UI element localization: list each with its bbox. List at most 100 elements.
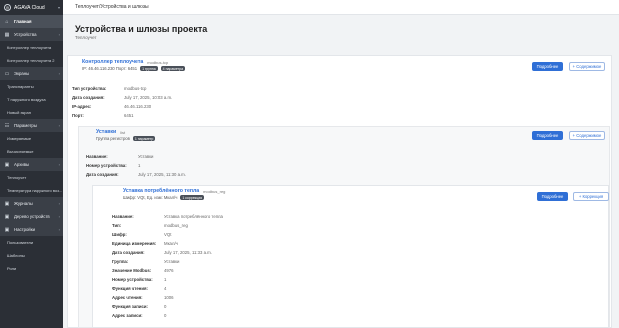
sidebar-item[interactable]: ▣ Журналы › (0, 197, 63, 210)
top-bar: Теплоучет/Устройства и шлюзы (63, 0, 619, 15)
sidebar-item-label: Дерево устройств (14, 214, 50, 219)
prop-value: VQt (164, 232, 172, 237)
prop-value: July 17, 2025, 10:03 a.m. (124, 95, 173, 100)
sidebar-subitem-label: Контроллер теплоучета (7, 45, 52, 50)
prop-row: Тип устройства: modbus-tcp (72, 84, 172, 93)
prop-row: Номер устройства: 1 (112, 275, 223, 284)
group-type-tag: list (120, 129, 126, 135)
prop-key: Дата создания: (112, 250, 145, 255)
prop-value: modbus_reg (164, 223, 188, 228)
sidebar-subitem[interactable]: Новый экран (0, 106, 63, 119)
sidebar-subitem[interactable]: Транспаранты (0, 80, 63, 93)
sidebar-item-label: Архивы (14, 162, 30, 167)
prop-value: 1 (164, 277, 167, 282)
group-props: Название: Уставки Номер устройства: 1 Дата с… (86, 152, 186, 179)
param-subtitle: Шифр: VQt, Ед. изм: Мкал/ч (123, 195, 178, 200)
brand-name: AGAVA Cloud (14, 4, 45, 11)
page-subtitle: Теплоучет (75, 35, 97, 40)
sidebar-subitem-label: Вычисляемые (7, 149, 34, 154)
prop-value: Уставка потреблённого тепла (164, 214, 223, 219)
param-props: Название: Уставка потреблённого тепла Тип:… (112, 212, 223, 320)
device-add-content-button[interactable]: + Содержимое (569, 62, 605, 71)
param-title[interactable]: Уставка потреблённого тепла (123, 188, 199, 194)
group-title[interactable]: Уставки (96, 129, 116, 135)
devices-icon: ▦ (4, 31, 10, 38)
device-ip-port: IP: 46.46.116.230 Порт: 6451 (82, 66, 138, 71)
prop-key: Тип устройства: (72, 86, 107, 91)
sidebar-subitem-label: Пользователи (7, 240, 34, 245)
group-add-content-button[interactable]: + Содержимое (569, 131, 605, 140)
prop-key: Шифр: (112, 232, 127, 237)
param-details-button[interactable]: Подробнее (537, 192, 568, 201)
group-param-badge: 1 параметр (132, 136, 156, 141)
screens-icon: ▭ (4, 70, 10, 77)
page-title: Устройства и шлюзы проекта (75, 24, 208, 34)
prop-row: Функция записи: 0 (112, 302, 223, 311)
prop-row: Дата создания: July 17, 2025, 11:30 a.m. (86, 170, 186, 179)
sidebar-item-label: Экраны (14, 71, 30, 76)
prop-key: Дата создания: (72, 95, 105, 100)
prop-value: modbus-tcp (124, 86, 147, 91)
sidebar-item[interactable]: ▣ Дерево устройств › (0, 210, 63, 223)
chevron-right-icon: › (58, 71, 60, 76)
sidebar-subitem-label: Контроллер теплоучета 2 (7, 58, 55, 63)
sidebar-subitem[interactable]: Т наружного воздуха (0, 93, 63, 106)
prop-value: 1006 (164, 295, 174, 300)
sidebar-item[interactable]: ▦ Устройства › (0, 28, 63, 41)
sidebar-subitem-label: Т наружного воздуха (7, 97, 46, 102)
sidebar-item[interactable]: ⌂ Главная (0, 15, 63, 28)
group-header: Уставки list Группа регистров 1 параметр (96, 129, 156, 141)
prop-row: Значение Modbus: 4976 (112, 266, 223, 275)
prop-row: Тип: modbus_reg (112, 221, 223, 230)
prop-key: Адрес чтения: (112, 295, 143, 300)
chevron-right-icon: › (58, 123, 60, 128)
prop-value: 4976 (164, 268, 174, 273)
sidebar-subitem[interactable]: Измеряемые (0, 132, 63, 145)
chevron-right-icon: › (58, 32, 60, 37)
sidebar-item[interactable]: ▭ Экраны › (0, 67, 63, 80)
sidebar-item-label: Главная (14, 19, 32, 24)
prop-row: Дата создания: July 17, 2025, 10:03 a.m. (72, 93, 172, 102)
prop-key: Функция записи: (112, 304, 148, 309)
sidebar-subitem-label: Температура наружного воз... (7, 188, 63, 193)
sidebar-subitem[interactable]: Температура наружного воз... (0, 184, 63, 197)
sidebar-item-label: Настройки (14, 227, 36, 232)
param-add-correction-button[interactable]: + Коррекция (573, 192, 609, 201)
prop-row: Название: Уставки (86, 152, 186, 161)
param-count-badge: 4 параметра (160, 66, 186, 71)
prop-key: Значение Modbus: (112, 268, 152, 273)
prop-value: Уставки (138, 154, 154, 159)
param-header: Уставка потреблённого тепла modbus_reg Ш… (123, 188, 225, 200)
chevron-right-icon: › (58, 227, 60, 232)
sidebar-item[interactable]: ☷ Параметры › (0, 119, 63, 132)
sidebar-subitem[interactable]: Контроллер теплоучета 2 (0, 54, 63, 67)
prop-value: 0 (164, 304, 167, 309)
sidebar-item[interactable]: ▣ Архивы › (0, 158, 63, 171)
prop-row: Номер устройства: 1 (86, 161, 186, 170)
sidebar-subitem[interactable]: Теплоучет (0, 171, 63, 184)
prop-value: July 17, 2025, 11:30 a.m. (138, 172, 186, 177)
prop-value: 0 (164, 313, 167, 318)
sidebar-subitem-label: Теплоучет (7, 175, 27, 180)
sidebar-item[interactable]: ▣ Настройки › (0, 223, 63, 236)
sidebar-subitem[interactable]: Контроллер теплоучета (0, 41, 63, 54)
sidebar-subitem[interactable]: Шаблоны (0, 249, 63, 262)
sidebar-subitem[interactable]: Роли (0, 262, 63, 275)
device-title[interactable]: Контроллер теплоучета (82, 59, 143, 65)
prop-row: Порт: 6451 (72, 111, 172, 120)
prop-key: Номер устройства: (86, 163, 127, 168)
chevron-right-icon: › (58, 162, 60, 167)
folder-icon: ▣ (4, 226, 10, 233)
param-type-tag: modbus_reg (203, 188, 226, 194)
home-icon: ⌂ (5, 18, 9, 25)
prop-value: 6451 (124, 113, 134, 118)
prop-row: Название: Уставка потреблённого тепла (112, 212, 223, 221)
prop-row: Шифр: VQt (112, 230, 223, 239)
folder-icon: ▣ (4, 161, 10, 168)
brand[interactable]: ◎ AGAVA Cloud ▾ (0, 0, 63, 15)
prop-key: Единица измерения: (112, 241, 157, 246)
group-details-button[interactable]: Подробнее (532, 131, 563, 140)
sidebar-subitem[interactable]: Пользователи (0, 236, 63, 249)
device-details-button[interactable]: Подробнее (532, 62, 563, 71)
sidebar-subitem[interactable]: Вычисляемые (0, 145, 63, 158)
